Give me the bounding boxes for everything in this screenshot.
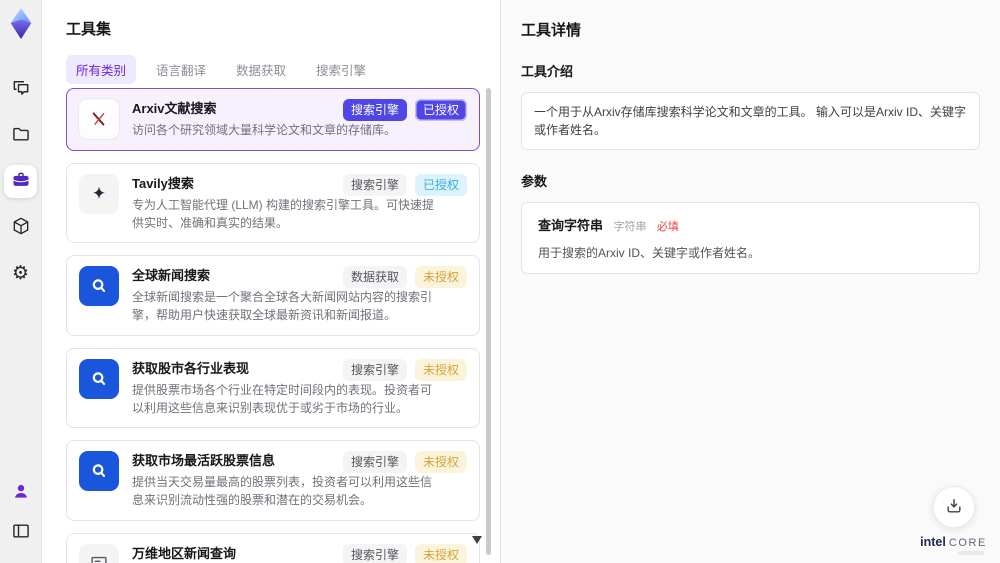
sidebar-item-settings[interactable]: ⚙ bbox=[4, 257, 37, 290]
tool-card[interactable]: 全球新闻搜索 全球新闻搜索是一个聚合全球各大新闻网站内容的搜索引擎，帮助用户快速获… bbox=[66, 255, 480, 336]
params-heading: 参数 bbox=[521, 174, 548, 189]
sidebar-item-chat[interactable] bbox=[4, 73, 37, 106]
tab-category-0[interactable]: 所有类别 bbox=[66, 55, 137, 84]
tool-description: 专为人工智能代理 (LLM) 构建的搜索引擎工具。可快速提供实时、准确和真实的结… bbox=[132, 197, 435, 230]
tool-card[interactable]: 获取股市各行业表现 提供股票市场各个行业在特定时间段内的表现。投资者可以利用这些信… bbox=[66, 347, 480, 429]
auth-status-badge: 未授权 bbox=[414, 451, 467, 474]
category-badge: 搜索引擎 bbox=[342, 358, 407, 381]
core-wordmark: CORE bbox=[948, 537, 987, 549]
sidebar-item-tools[interactable] bbox=[4, 165, 37, 198]
sidebar: ⚙ bbox=[0, 0, 42, 563]
parameter-name: 查询字符串 bbox=[538, 218, 604, 233]
category-badge: 搜索引擎 bbox=[342, 99, 407, 121]
tool-description: 提供股票市场各个行业在特定时间段内的表现。投资者可以利用这些信息来识别表现优于或… bbox=[132, 382, 433, 415]
intro-heading: 工具介绍 bbox=[521, 64, 574, 79]
app-logo bbox=[6, 7, 36, 41]
app-window: ⚙ 工具集 所有类别 语言翻译 数据获取 搜索引擎 Arxiv文献搜索 访问各个… bbox=[0, 0, 1000, 563]
collapse-panel-button[interactable] bbox=[4, 516, 37, 549]
user-avatar-icon bbox=[11, 481, 31, 504]
floating-corner-widgets: intel CORE bbox=[920, 486, 987, 555]
list-scrollbar[interactable] bbox=[486, 88, 491, 555]
auth-status-badge: 未授权 bbox=[414, 543, 467, 563]
tool-intro-box: 一个用于从Arxiv存储库搜索科学论文和文章的工具。 输入可以是Arxiv ID… bbox=[521, 92, 980, 150]
auth-status-badge: 已授权 bbox=[414, 99, 467, 121]
tool-intro-text: 一个用于从Arxiv存储库搜索科学论文和文章的工具。 输入可以是Arxiv ID… bbox=[534, 105, 967, 137]
tool-description: 提供当天交易量最高的股票列表，投资者可以利用这些信息来识别流动性强的股票和潜在的… bbox=[132, 475, 433, 507]
download-icon bbox=[944, 496, 964, 519]
tool-badges: 搜索引擎 已授权 bbox=[342, 173, 467, 196]
tool-card[interactable]: Arxiv文献搜索 访问各个研究领域大量科学论文和文章的存储库。 搜索引擎 已授权 bbox=[66, 88, 480, 151]
intel-core-logo: intel CORE bbox=[920, 535, 987, 549]
briefcase-tools-icon bbox=[11, 170, 31, 193]
auth-status-badge: 已授权 bbox=[414, 173, 467, 196]
sidebar-nav: ⚙ bbox=[4, 73, 37, 290]
mouse-cursor bbox=[472, 536, 482, 544]
category-tabs: 所有类别 语言翻译 数据获取 搜索引擎 bbox=[66, 55, 500, 84]
tavily-sparkle-icon bbox=[79, 173, 119, 214]
parameter-description: 用于搜索的Arxiv ID、关键字或作者姓名。 bbox=[538, 246, 761, 260]
parameter-type: 字符串 bbox=[613, 221, 647, 233]
chat-icon bbox=[11, 78, 31, 101]
auth-status-badge: 未授权 bbox=[414, 266, 467, 289]
tool-description: 全球新闻搜索是一个聚合全球各大新闻网站内容的搜索引擎，帮助用户快速获取全球最新资… bbox=[132, 290, 433, 322]
sidebar-item-files[interactable] bbox=[4, 119, 37, 152]
detail-title: 工具详情 bbox=[521, 22, 582, 39]
tab-category-1[interactable]: 语言翻译 bbox=[146, 55, 216, 84]
arxiv-app-icon bbox=[79, 99, 119, 139]
tool-badges: 搜索引擎 已授权 bbox=[342, 99, 467, 121]
tab-category-3[interactable]: 搜索引擎 bbox=[306, 55, 376, 84]
user-avatar-button[interactable] bbox=[4, 476, 37, 509]
tool-badges: 搜索引擎 未授权 bbox=[342, 451, 467, 474]
parameter-required-badge: 必填 bbox=[656, 221, 679, 233]
auth-status-badge: 未授权 bbox=[414, 358, 467, 381]
brand-subtext-bar bbox=[957, 551, 984, 555]
collapse-panel-icon bbox=[11, 521, 31, 544]
global-news-search-icon bbox=[79, 266, 119, 307]
tool-description: 访问各个研究领域大量科学论文和文章的存储库。 bbox=[132, 123, 397, 137]
parameter-header: 查询字符串 字符串 必填 bbox=[538, 215, 963, 235]
tool-card[interactable]: 万维地区新闻查询查询具体行政区划内的新闻，快速了解各地新闻动搜索引擎未授权 bbox=[66, 532, 480, 563]
tool-badges: 数据获取 未授权 bbox=[342, 266, 467, 289]
tool-detail-panel: 工具详情 工具介绍 一个用于从Arxiv存储库搜索科学论文和文章的工具。 输入可… bbox=[500, 0, 1000, 563]
stock-sector-icon bbox=[79, 358, 119, 399]
tool-card[interactable]: 获取市场最活跃股票信息 提供当天交易量最高的股票列表，投资者可以利用这些信息来识别… bbox=[66, 440, 480, 521]
sidebar-item-models[interactable] bbox=[4, 211, 37, 244]
category-badge: 搜索引擎 bbox=[342, 543, 407, 563]
tool-card[interactable]: Tavily搜索 专为人工智能代理 (LLM) 构建的搜索引擎工具。可快速提供实时… bbox=[66, 162, 480, 244]
download-button[interactable] bbox=[932, 486, 975, 528]
active-stocks-icon bbox=[79, 451, 119, 492]
tool-list: Arxiv文献搜索 访问各个研究领域大量科学论文和文章的存储库。 搜索引擎 已授权 Ta… bbox=[66, 88, 480, 563]
category-badge: 搜索引擎 bbox=[342, 451, 407, 474]
gear-icon: ⚙ bbox=[11, 262, 30, 284]
tool-badges: 搜索引擎 未授权 bbox=[342, 358, 467, 381]
page-title: 工具集 bbox=[66, 21, 112, 38]
sidebar-bottom bbox=[4, 476, 37, 549]
category-badge: 数据获取 bbox=[342, 266, 407, 289]
parameter-card: 查询字符串 字符串 必填 用于搜索的Arxiv ID、关键字或作者姓名。 bbox=[521, 202, 980, 274]
tool-list-panel: 工具集 所有类别 语言翻译 数据获取 搜索引擎 Arxiv文献搜索 访问各个研究领域大量… bbox=[42, 0, 500, 563]
category-badge: 搜索引擎 bbox=[342, 173, 407, 196]
tool-badges: 搜索引擎 未授权 bbox=[342, 543, 467, 563]
regional-news-icon bbox=[79, 543, 119, 563]
folder-icon bbox=[11, 124, 31, 147]
tab-category-2[interactable]: 数据获取 bbox=[226, 55, 296, 84]
package-cube-icon bbox=[11, 216, 31, 239]
intel-wordmark: intel bbox=[920, 535, 946, 549]
